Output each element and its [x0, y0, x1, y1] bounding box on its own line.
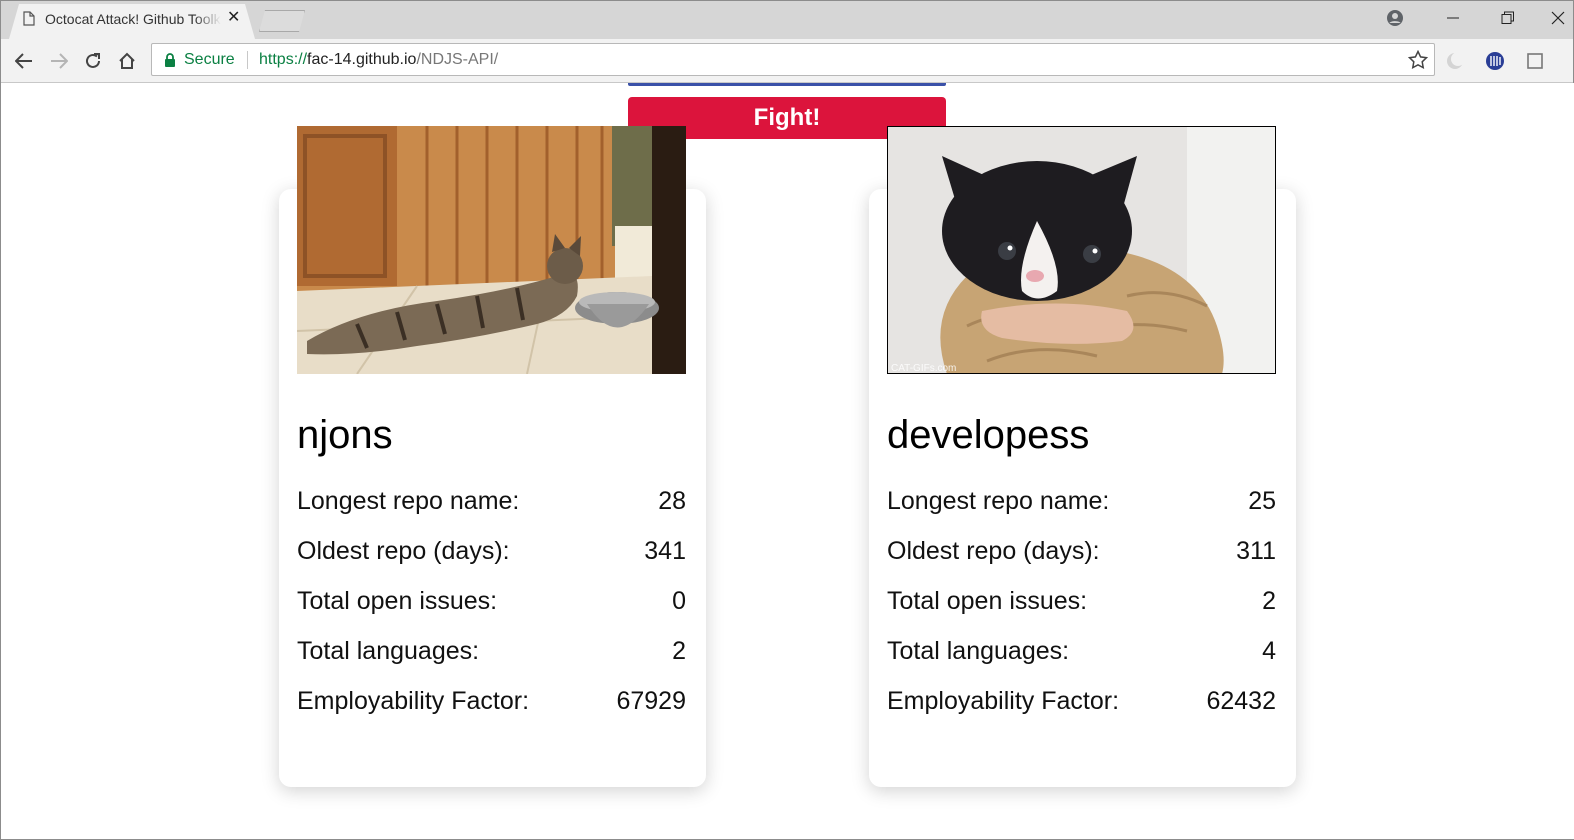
stat-label: Total open issues: — [297, 587, 498, 615]
stat-value: 67929 — [616, 687, 686, 715]
new-tab-button[interactable] — [259, 10, 305, 32]
browser-toolbar: Secure https://fac-14.github.io/NDJS-API… — [1, 39, 1573, 83]
extension-square-icon[interactable] — [1524, 50, 1546, 72]
stat-label: Longest repo name: — [297, 487, 520, 515]
player-content: CAT-GIFs.com developess Longest repo nam… — [887, 126, 1276, 739]
page-viewport: Fight! — [2, 83, 1574, 839]
url-host: fac-14.github.io — [307, 51, 417, 68]
stat-row: Employability Factor: 67929 — [297, 689, 686, 739]
stat-value: 341 — [644, 537, 686, 565]
stat-value: 28 — [658, 487, 686, 515]
url-text[interactable]: https://fac-14.github.io/NDJS-API/ — [259, 51, 498, 69]
player-content: njons Longest repo name: 28 Oldest repo … — [297, 126, 686, 739]
stat-row: Total open issues: 0 — [297, 589, 686, 639]
stat-label: Total open issues: — [887, 587, 1088, 615]
bookmark-star-icon[interactable] — [1408, 50, 1428, 70]
image-watermark: CAT-GIFs.com — [891, 363, 956, 374]
player-stats: Longest repo name: 28 Oldest repo (days)… — [297, 489, 686, 739]
stat-label: Total languages: — [297, 637, 480, 665]
reload-icon[interactable] — [80, 48, 106, 74]
stat-value: 4 — [1262, 637, 1276, 665]
url-scheme: https:// — [259, 51, 308, 68]
extension-blue-icon[interactable] — [1484, 50, 1506, 72]
extension-moon-icon[interactable] — [1444, 50, 1466, 72]
stat-label: Oldest repo (days): — [297, 537, 510, 565]
stat-value: 311 — [1236, 537, 1276, 565]
lock-icon — [165, 53, 175, 67]
browser-window: Octocat Attack! Github Toolkit ✕ Secure … — [0, 0, 1574, 840]
tab-strip: Octocat Attack! Github Toolkit ✕ — [1, 1, 1573, 39]
stat-value: 2 — [672, 637, 686, 665]
player-username: developess — [887, 413, 1090, 457]
restore-icon[interactable] — [1488, 5, 1528, 31]
tab-title: Octocat Attack! Github Toolkit — [45, 11, 221, 27]
stat-row: Longest repo name: 28 — [297, 489, 686, 539]
minimize-icon[interactable] — [1433, 5, 1473, 31]
stat-row: Oldest repo (days): 311 — [887, 539, 1276, 589]
stat-label: Employability Factor: — [297, 687, 530, 715]
stat-value: 2 — [1262, 587, 1276, 615]
username-input-edge[interactable] — [628, 83, 946, 86]
home-icon[interactable] — [114, 48, 140, 74]
player-username: njons — [297, 413, 393, 457]
stat-label: Longest repo name: — [887, 487, 1110, 515]
player-stats: Longest repo name: 25 Oldest repo (days)… — [887, 489, 1276, 739]
stat-row: Total languages: 2 — [297, 639, 686, 689]
stat-row: Longest repo name: 25 — [887, 489, 1276, 539]
stat-row: Total languages: 4 — [887, 639, 1276, 689]
profile-icon[interactable] — [1375, 5, 1415, 31]
stat-value: 0 — [672, 587, 686, 615]
cat-gif: CAT-GIFs.com — [887, 126, 1276, 374]
forward-arrow-icon[interactable] — [46, 48, 72, 74]
stat-label: Total languages: — [887, 637, 1070, 665]
stat-value: 25 — [1248, 487, 1276, 515]
page-icon — [23, 11, 35, 26]
stat-label: Oldest repo (days): — [887, 537, 1100, 565]
stat-row: Employability Factor: 62432 — [887, 689, 1276, 739]
secure-label: Secure — [184, 51, 235, 68]
back-arrow-icon[interactable] — [11, 48, 37, 74]
stat-label: Employability Factor: — [887, 687, 1120, 715]
close-tab-icon[interactable]: ✕ — [227, 10, 240, 26]
stat-row: Total open issues: 2 — [887, 589, 1276, 639]
stat-value: 62432 — [1206, 687, 1276, 715]
cat-gif — [297, 126, 686, 374]
stat-row: Oldest repo (days): 341 — [297, 539, 686, 589]
close-window-icon[interactable] — [1541, 5, 1574, 31]
address-divider — [247, 51, 248, 69]
address-bar[interactable]: Secure https://fac-14.github.io/NDJS-API… — [151, 43, 1435, 76]
url-path: /NDJS-API/ — [416, 51, 499, 68]
